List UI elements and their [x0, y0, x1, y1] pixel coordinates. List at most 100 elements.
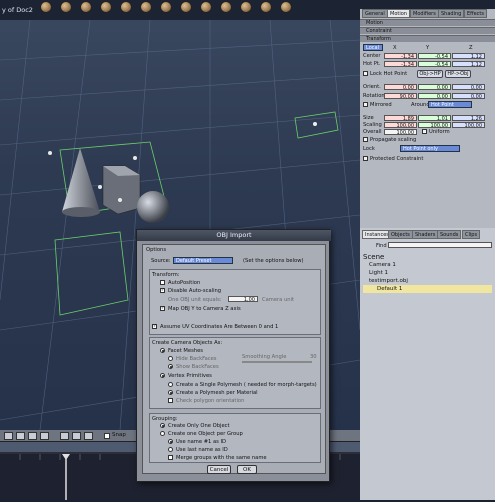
tool-icon[interactable]: [200, 1, 212, 13]
one-unit-field[interactable]: 1,00: [228, 296, 258, 303]
play-button[interactable]: [16, 432, 25, 440]
center-z-field[interactable]: 1,12: [452, 53, 485, 60]
tool-icon[interactable]: [100, 1, 112, 13]
vertex-primitives-radio[interactable]: [160, 373, 165, 378]
tool-icon[interactable]: [80, 1, 92, 13]
size-y-field[interactable]: 1,01: [418, 115, 451, 122]
scaling-z-field[interactable]: 100,00: [452, 122, 485, 129]
end-button[interactable]: [40, 432, 49, 440]
tool-icon[interactable]: [260, 1, 272, 13]
tree-item-testimport[interactable]: testimport.obj: [363, 277, 492, 285]
lock-select[interactable]: Hot Point only: [400, 145, 460, 152]
size-z-field[interactable]: 1,26: [452, 115, 485, 122]
mirrored-checkbox[interactable]: [363, 102, 368, 107]
size-x-field[interactable]: 1,89: [384, 115, 417, 122]
tab-modifiers[interactable]: Modifiers: [410, 9, 439, 18]
space-select[interactable]: Local: [363, 44, 383, 51]
scaling-y-field[interactable]: 100,00: [418, 122, 451, 129]
lock-hot-point-checkbox[interactable]: [363, 71, 368, 76]
tool-icon[interactable]: [160, 1, 172, 13]
source-select[interactable]: Default Preset: [173, 257, 233, 264]
motion-section-header[interactable]: Motion: [360, 19, 495, 26]
rotation-x-field[interactable]: 90,00: [384, 93, 417, 100]
tool-icon[interactable]: [220, 1, 232, 13]
disable-autoscaling-checkbox[interactable]: ✓: [160, 288, 165, 293]
check-polygon-checkbox[interactable]: [168, 398, 173, 403]
center-y-field[interactable]: -0,54: [418, 53, 451, 60]
tree-item-default[interactable]: Default 1: [363, 285, 492, 293]
find-input[interactable]: [388, 242, 492, 248]
use-name-1-radio[interactable]: [168, 439, 173, 444]
tool-icon[interactable]: [240, 1, 252, 13]
cancel-button[interactable]: Cancel: [207, 465, 231, 474]
key-button[interactable]: [72, 432, 81, 440]
show-backfaces-radio[interactable]: [168, 364, 173, 369]
window-title: y of Doc2: [2, 6, 33, 14]
tool-icon[interactable]: [140, 1, 152, 13]
map-y-to-z-checkbox[interactable]: ✓: [160, 306, 165, 311]
hotpoint-z-field[interactable]: 1,12: [452, 61, 485, 68]
propagate-scaling-checkbox[interactable]: [363, 137, 368, 142]
around-label: Around: [411, 102, 430, 108]
tree-item-camera[interactable]: Camera 1: [363, 261, 492, 269]
protected-constraint-label: Protected Constraint: [370, 156, 424, 162]
scene-panel: Instances Objects Shaders Sounds Clips F…: [360, 228, 495, 500]
hide-backfaces-radio[interactable]: [168, 356, 173, 361]
hide-backfaces-label: Hide BackFaces: [176, 356, 217, 362]
constraint-section-header[interactable]: Constraint: [360, 27, 495, 34]
center-x-field[interactable]: -1,34: [384, 53, 417, 60]
polymesh-per-material-radio[interactable]: [168, 390, 173, 395]
key-button[interactable]: [60, 432, 69, 440]
rotation-y-field[interactable]: 0,00: [418, 93, 451, 100]
key-button[interactable]: [84, 432, 93, 440]
orient-x-field[interactable]: 0,00: [384, 84, 417, 91]
forward-button[interactable]: [28, 432, 37, 440]
use-last-name-radio[interactable]: [168, 447, 173, 452]
single-polymesh-radio[interactable]: [168, 382, 173, 387]
facet-meshes-radio[interactable]: [160, 348, 165, 353]
autoposition-checkbox[interactable]: [160, 280, 165, 285]
tab-sounds[interactable]: Sounds: [437, 230, 462, 239]
protected-constraint-checkbox[interactable]: [363, 156, 368, 161]
tool-icon[interactable]: [280, 1, 292, 13]
tab-motion[interactable]: Motion: [387, 9, 410, 18]
transform-group-label: Transform:: [152, 272, 180, 278]
find-label: Find: [376, 243, 387, 249]
rewind-button[interactable]: [4, 432, 13, 440]
obj-to-hp-button[interactable]: Obj->HP: [417, 70, 443, 78]
merge-groups-checkbox[interactable]: [168, 455, 173, 460]
hotpoint-x-field[interactable]: -1,34: [384, 61, 417, 68]
smoothing-slider[interactable]: [242, 361, 312, 363]
tool-icon[interactable]: [180, 1, 192, 13]
tab-effects[interactable]: Effects: [464, 9, 487, 18]
orient-y-field[interactable]: 0,00: [418, 84, 451, 91]
uniform-checkbox[interactable]: [422, 129, 427, 134]
tab-clips[interactable]: Clips: [462, 230, 481, 239]
rotation-z-field[interactable]: 0,00: [452, 93, 485, 100]
tool-icon[interactable]: [60, 1, 72, 13]
tab-shading[interactable]: Shading: [438, 9, 465, 18]
one-per-group-label: Create one Object per Group: [168, 431, 243, 437]
transform-section-header[interactable]: Transform: [360, 35, 495, 42]
hotpoint-y-field[interactable]: -0,54: [418, 61, 451, 68]
tab-general[interactable]: General: [362, 9, 388, 18]
overall-field[interactable]: 100,00: [384, 129, 417, 136]
only-one-object-radio[interactable]: [160, 423, 165, 428]
tree-item-label: testimport.obj: [369, 278, 408, 284]
assume-uv-checkbox[interactable]: ✓: [152, 324, 157, 329]
scaling-label: Scaling: [363, 122, 382, 128]
tool-icon[interactable]: [40, 1, 52, 13]
tab-shaders[interactable]: Shaders: [412, 230, 439, 239]
orient-z-field[interactable]: 0,00: [452, 84, 485, 91]
ok-button[interactable]: OK: [237, 465, 257, 474]
single-polymesh-label: Create a Single Polymesh ( needed for mo…: [176, 382, 317, 388]
tab-objects[interactable]: Objects: [388, 230, 413, 239]
snap-checkbox[interactable]: [104, 433, 110, 439]
hp-to-obj-button[interactable]: HP->Obj: [445, 70, 471, 78]
tree-item-light[interactable]: Light 1: [363, 269, 492, 277]
scaling-x-field[interactable]: 100,00: [384, 122, 417, 129]
tool-icon[interactable]: [120, 1, 132, 13]
around-select[interactable]: Hot Point: [428, 101, 472, 108]
camera-unit-label: Camera unit: [262, 297, 295, 303]
one-per-group-radio[interactable]: [160, 431, 165, 436]
